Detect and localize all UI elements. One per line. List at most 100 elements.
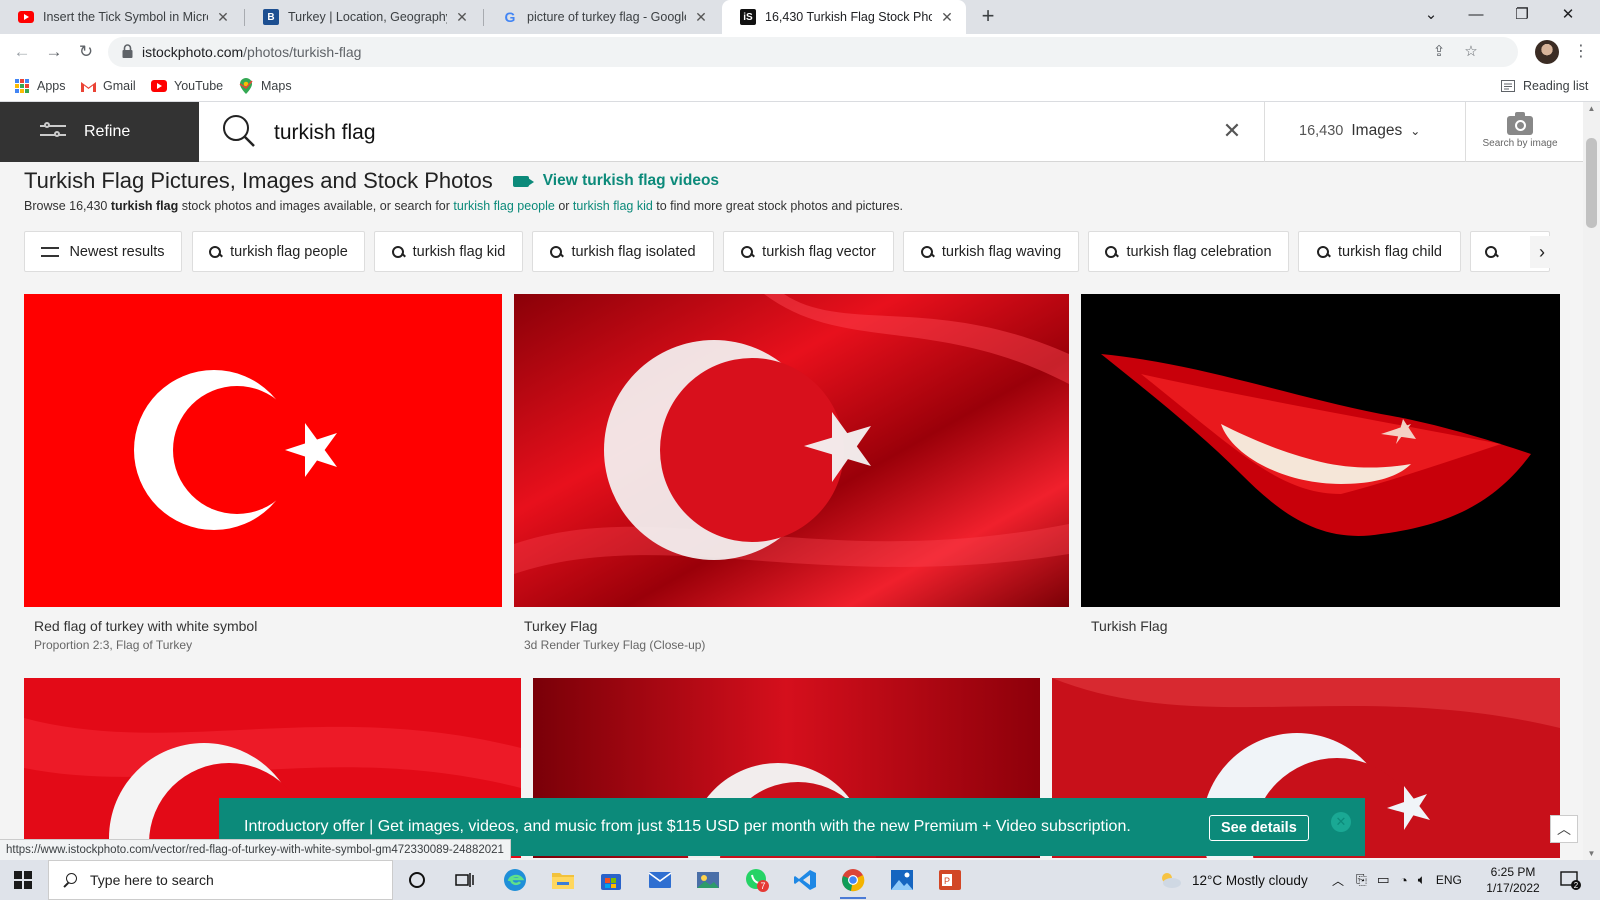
page-scrollbar[interactable]: ▲ ▼ — [1583, 102, 1600, 860]
weather-widget[interactable]: 12°C Mostly cloudy — [1158, 860, 1308, 900]
refine-button[interactable]: Refine — [0, 102, 199, 162]
chip-label: turkish flag waving — [941, 243, 1062, 260]
reload-button[interactable]: ↻ — [74, 40, 98, 64]
photos-icon[interactable] — [887, 866, 917, 894]
system-tray: ︿ ⎘ ▭ ◔ 🔈︎ ENG — [1332, 860, 1462, 900]
close-tab-icon[interactable]: ✕ — [938, 9, 956, 26]
wifi-icon[interactable]: ◔ — [1400, 873, 1408, 888]
search-icon — [223, 115, 255, 147]
chevron-up-icon[interactable]: ︿ — [1332, 872, 1344, 889]
result-image-flat-flag[interactable] — [24, 294, 502, 607]
chrome-menu-icon[interactable]: ⋮ — [1572, 40, 1590, 64]
notifications-button[interactable]: 2 — [1560, 860, 1582, 900]
tab-search-chevron-icon[interactable]: ⌄ — [1408, 0, 1454, 30]
chrome-icon[interactable] — [838, 866, 868, 899]
britannica-icon: B — [263, 9, 279, 25]
meet-now-icon[interactable]: ⎘ — [1356, 872, 1367, 888]
tab-istock[interactable]: iS 16,430 Turkish Flag Stock Photos ✕ — [722, 0, 966, 34]
close-tab-icon[interactable]: ✕ — [214, 9, 232, 26]
edge-icon[interactable] — [500, 866, 530, 894]
file-explorer-icon[interactable] — [548, 866, 578, 894]
camera-icon — [1507, 112, 1533, 135]
battery-icon[interactable]: ▭ — [1377, 872, 1390, 888]
vscode-icon[interactable] — [790, 866, 820, 894]
chevron-down-icon: ⌄ — [1410, 124, 1421, 138]
close-icon[interactable]: ✕ — [1331, 812, 1351, 832]
new-tab-button[interactable]: + — [976, 5, 1000, 29]
volume-icon[interactable]: 🔈︎ — [1418, 872, 1426, 888]
related-searches: Newest results turkish flag people turki… — [24, 231, 1554, 273]
result-image-waving-flag[interactable] — [1081, 294, 1560, 607]
tab-google[interactable]: G picture of turkey flag - Google Se ✕ — [484, 0, 720, 34]
tab-britannica[interactable]: B Turkey | Location, Geography, Pe ✕ — [245, 0, 481, 34]
photo-viewer-icon[interactable] — [693, 866, 723, 894]
refine-label: Refine — [84, 123, 131, 140]
chip-label: turkish flag vector — [762, 243, 876, 260]
bookmark-label: YouTube — [174, 79, 224, 93]
windows-start-icon[interactable] — [14, 871, 32, 889]
sliders-icon — [40, 122, 66, 142]
maximize-button[interactable]: ❐ — [1499, 0, 1545, 30]
clear-search-icon[interactable]: ✕ — [1219, 118, 1245, 144]
chevron-right-icon[interactable]: › — [1530, 236, 1554, 268]
bookmark-apps[interactable]: Apps — [14, 76, 66, 96]
forward-button[interactable]: → — [42, 40, 66, 64]
close-tab-icon[interactable]: ✕ — [453, 9, 471, 26]
close-tab-icon[interactable]: ✕ — [692, 9, 710, 26]
chip-related-search[interactable]: turkish flag people — [192, 231, 365, 272]
reading-list-icon — [1500, 78, 1516, 94]
language-indicator[interactable]: ENG — [1436, 873, 1462, 887]
taskbar-search-box[interactable]: Type here to search — [48, 860, 393, 900]
reading-list-button[interactable]: Reading list — [1500, 76, 1588, 96]
view-videos-link[interactable]: View turkish flag videos — [512, 172, 719, 190]
tab-title: Insert the Tick Symbol in Microsoft — [43, 10, 208, 24]
result-title: Turkish Flag — [1091, 618, 1168, 634]
back-button[interactable]: ← — [10, 40, 34, 64]
related-search-link-kid[interactable]: turkish flag kid — [573, 199, 653, 213]
bookmark-youtube[interactable]: YouTube — [151, 76, 223, 96]
chip-label: turkish flag kid — [412, 243, 506, 260]
chip-related-search[interactable]: turkish flag vector — [723, 231, 894, 272]
powerpoint-icon[interactable]: P — [935, 866, 965, 894]
see-details-button[interactable]: See details — [1209, 815, 1309, 841]
close-window-button[interactable]: ✕ — [1545, 0, 1591, 30]
media-type-dropdown[interactable]: 16,430 Images ⌄ — [1299, 122, 1420, 140]
whatsapp-icon[interactable]: 7 — [742, 866, 772, 894]
store-icon[interactable] — [596, 866, 626, 894]
address-bar[interactable]: istockphoto.com/photos/turkish-flag ⇪ ☆ — [108, 37, 1518, 67]
result-image-3d-flag[interactable] — [514, 294, 1069, 607]
tab-youtube[interactable]: Insert the Tick Symbol in Microsoft ✕ — [0, 0, 242, 34]
bookmark-gmail[interactable]: Gmail — [80, 76, 136, 96]
chip-related-search[interactable]: turkish flag child — [1298, 231, 1461, 272]
result-card[interactable]: Turkish Flag — [1081, 294, 1560, 654]
bookmark-star-icon[interactable]: ☆ — [1460, 41, 1482, 63]
tab-strip: Insert the Tick Symbol in Microsoft ✕ B … — [0, 0, 1600, 34]
chip-related-search[interactable]: turkish flag isolated — [532, 231, 714, 272]
page-title: Turkish Flag Pictures, Images and Stock … — [24, 168, 493, 193]
result-card[interactable]: Turkey Flag 3d Render Turkey Flag (Close… — [514, 294, 1069, 654]
scrollbar-thumb[interactable] — [1586, 138, 1597, 228]
notification-count: 2 — [1574, 881, 1579, 890]
search-input[interactable] — [274, 118, 1174, 148]
taskbar-clock[interactable]: 6:25 PM 1/17/2022 — [1478, 864, 1548, 896]
tab-title: 16,430 Turkish Flag Stock Photos — [765, 10, 932, 24]
chip-related-search[interactable]: turkish flag kid — [374, 231, 523, 272]
chip-newest-results[interactable]: Newest results — [24, 231, 182, 272]
chip-related-search[interactable]: turkish flag waving — [903, 231, 1079, 272]
clock-time: 6:25 PM — [1490, 865, 1536, 879]
related-search-link-people[interactable]: turkish flag people — [453, 199, 554, 213]
tab-title: picture of turkey flag - Google Se — [527, 10, 686, 24]
result-card[interactable]: Red flag of turkey with white symbol Pro… — [24, 294, 502, 654]
bookmark-label: Maps — [261, 79, 292, 93]
back-to-top-button[interactable]: ︿ — [1550, 815, 1578, 843]
search-by-image-button[interactable]: Search by image — [1470, 112, 1570, 149]
profile-avatar[interactable] — [1535, 40, 1559, 64]
cortana-icon[interactable] — [402, 866, 432, 894]
mail-icon[interactable] — [645, 866, 675, 894]
result-title: Turkey Flag — [524, 618, 598, 634]
minimize-button[interactable]: — — [1453, 0, 1499, 30]
chip-related-search[interactable]: turkish flag celebration — [1088, 231, 1289, 272]
bookmark-maps[interactable]: Maps — [238, 76, 292, 96]
task-view-icon[interactable] — [450, 866, 480, 894]
share-icon[interactable]: ⇪ — [1428, 41, 1450, 63]
